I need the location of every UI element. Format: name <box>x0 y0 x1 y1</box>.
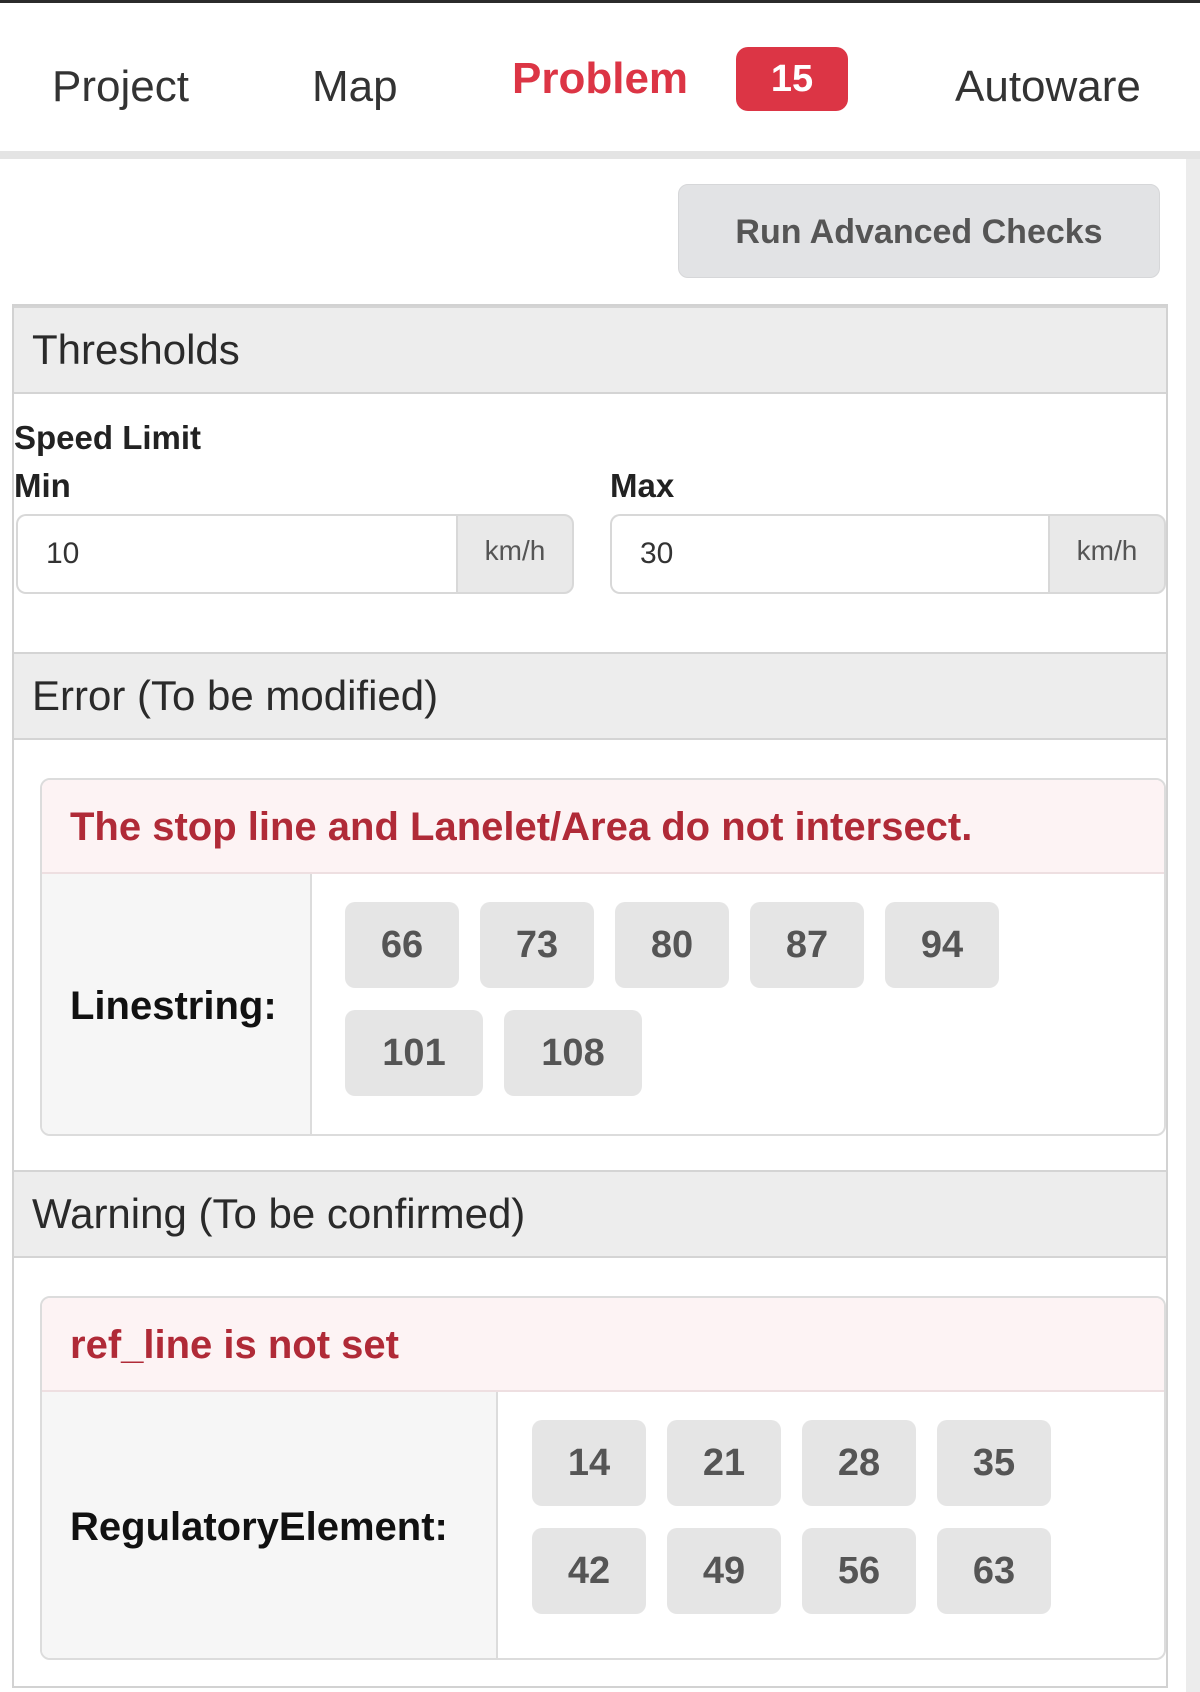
element-id-chip[interactable]: 35 <box>937 1420 1051 1506</box>
element-id-chip[interactable]: 56 <box>802 1528 916 1614</box>
regulatory-element-label: RegulatoryElement: <box>42 1392 498 1658</box>
element-id-chip[interactable]: 21 <box>667 1420 781 1506</box>
element-id-chip[interactable]: 80 <box>615 902 729 988</box>
main-tab-bar: Project Map Problem 15 Autoware <box>0 3 1200 151</box>
tab-problem[interactable]: Problem <box>512 51 688 107</box>
linestring-label: Linestring: <box>42 874 312 1134</box>
vertical-scrollbar[interactable] <box>1186 159 1200 1692</box>
error-message-box: The stop line and Lanelet/Area do not in… <box>40 778 1166 1136</box>
element-id-chip[interactable]: 14 <box>532 1420 646 1506</box>
thresholds-header: Thresholds <box>14 306 1166 394</box>
speed-min-input[interactable] <box>16 514 456 594</box>
element-id-chip[interactable]: 66 <box>345 902 459 988</box>
speed-min-unit: km/h <box>456 514 574 594</box>
problem-count-badge: 15 <box>736 47 848 111</box>
warning-message-box: ref_line is not set RegulatoryElement: 1… <box>40 1296 1166 1660</box>
tab-autoware[interactable]: Autoware <box>955 59 1141 115</box>
problem-panel: Thresholds Speed Limit Min Max km/h km/h… <box>12 304 1168 1688</box>
tab-map[interactable]: Map <box>312 59 398 115</box>
warning-section-header: Warning (To be confirmed) <box>14 1170 1166 1258</box>
element-id-chip[interactable]: 49 <box>667 1528 781 1614</box>
speed-max-input-group: km/h <box>610 514 1166 594</box>
error-message-title: The stop line and Lanelet/Area do not in… <box>42 780 1164 874</box>
run-advanced-checks-button[interactable]: Run Advanced Checks <box>678 184 1160 278</box>
speed-min-label: Min <box>14 467 71 504</box>
element-id-chip[interactable]: 73 <box>480 902 594 988</box>
speed-max-unit: km/h <box>1048 514 1166 594</box>
element-id-chip[interactable]: 87 <box>750 902 864 988</box>
element-id-chip[interactable]: 63 <box>937 1528 1051 1614</box>
element-id-chip[interactable]: 108 <box>504 1010 642 1096</box>
error-section-header: Error (To be modified) <box>14 652 1166 740</box>
speed-max-label: Max <box>610 467 675 504</box>
tab-project[interactable]: Project <box>52 59 189 115</box>
element-id-chip[interactable]: 94 <box>885 902 999 988</box>
warning-message-title: ref_line is not set <box>42 1298 1164 1392</box>
tab-bar-divider <box>0 151 1200 159</box>
speed-min-input-group: km/h <box>16 514 574 594</box>
speed-max-input[interactable] <box>610 514 1048 594</box>
element-id-chip[interactable]: 28 <box>802 1420 916 1506</box>
element-id-chip[interactable]: 101 <box>345 1010 483 1096</box>
speed-limit-label: Speed Limit <box>14 419 202 456</box>
element-id-chip[interactable]: 42 <box>532 1528 646 1614</box>
